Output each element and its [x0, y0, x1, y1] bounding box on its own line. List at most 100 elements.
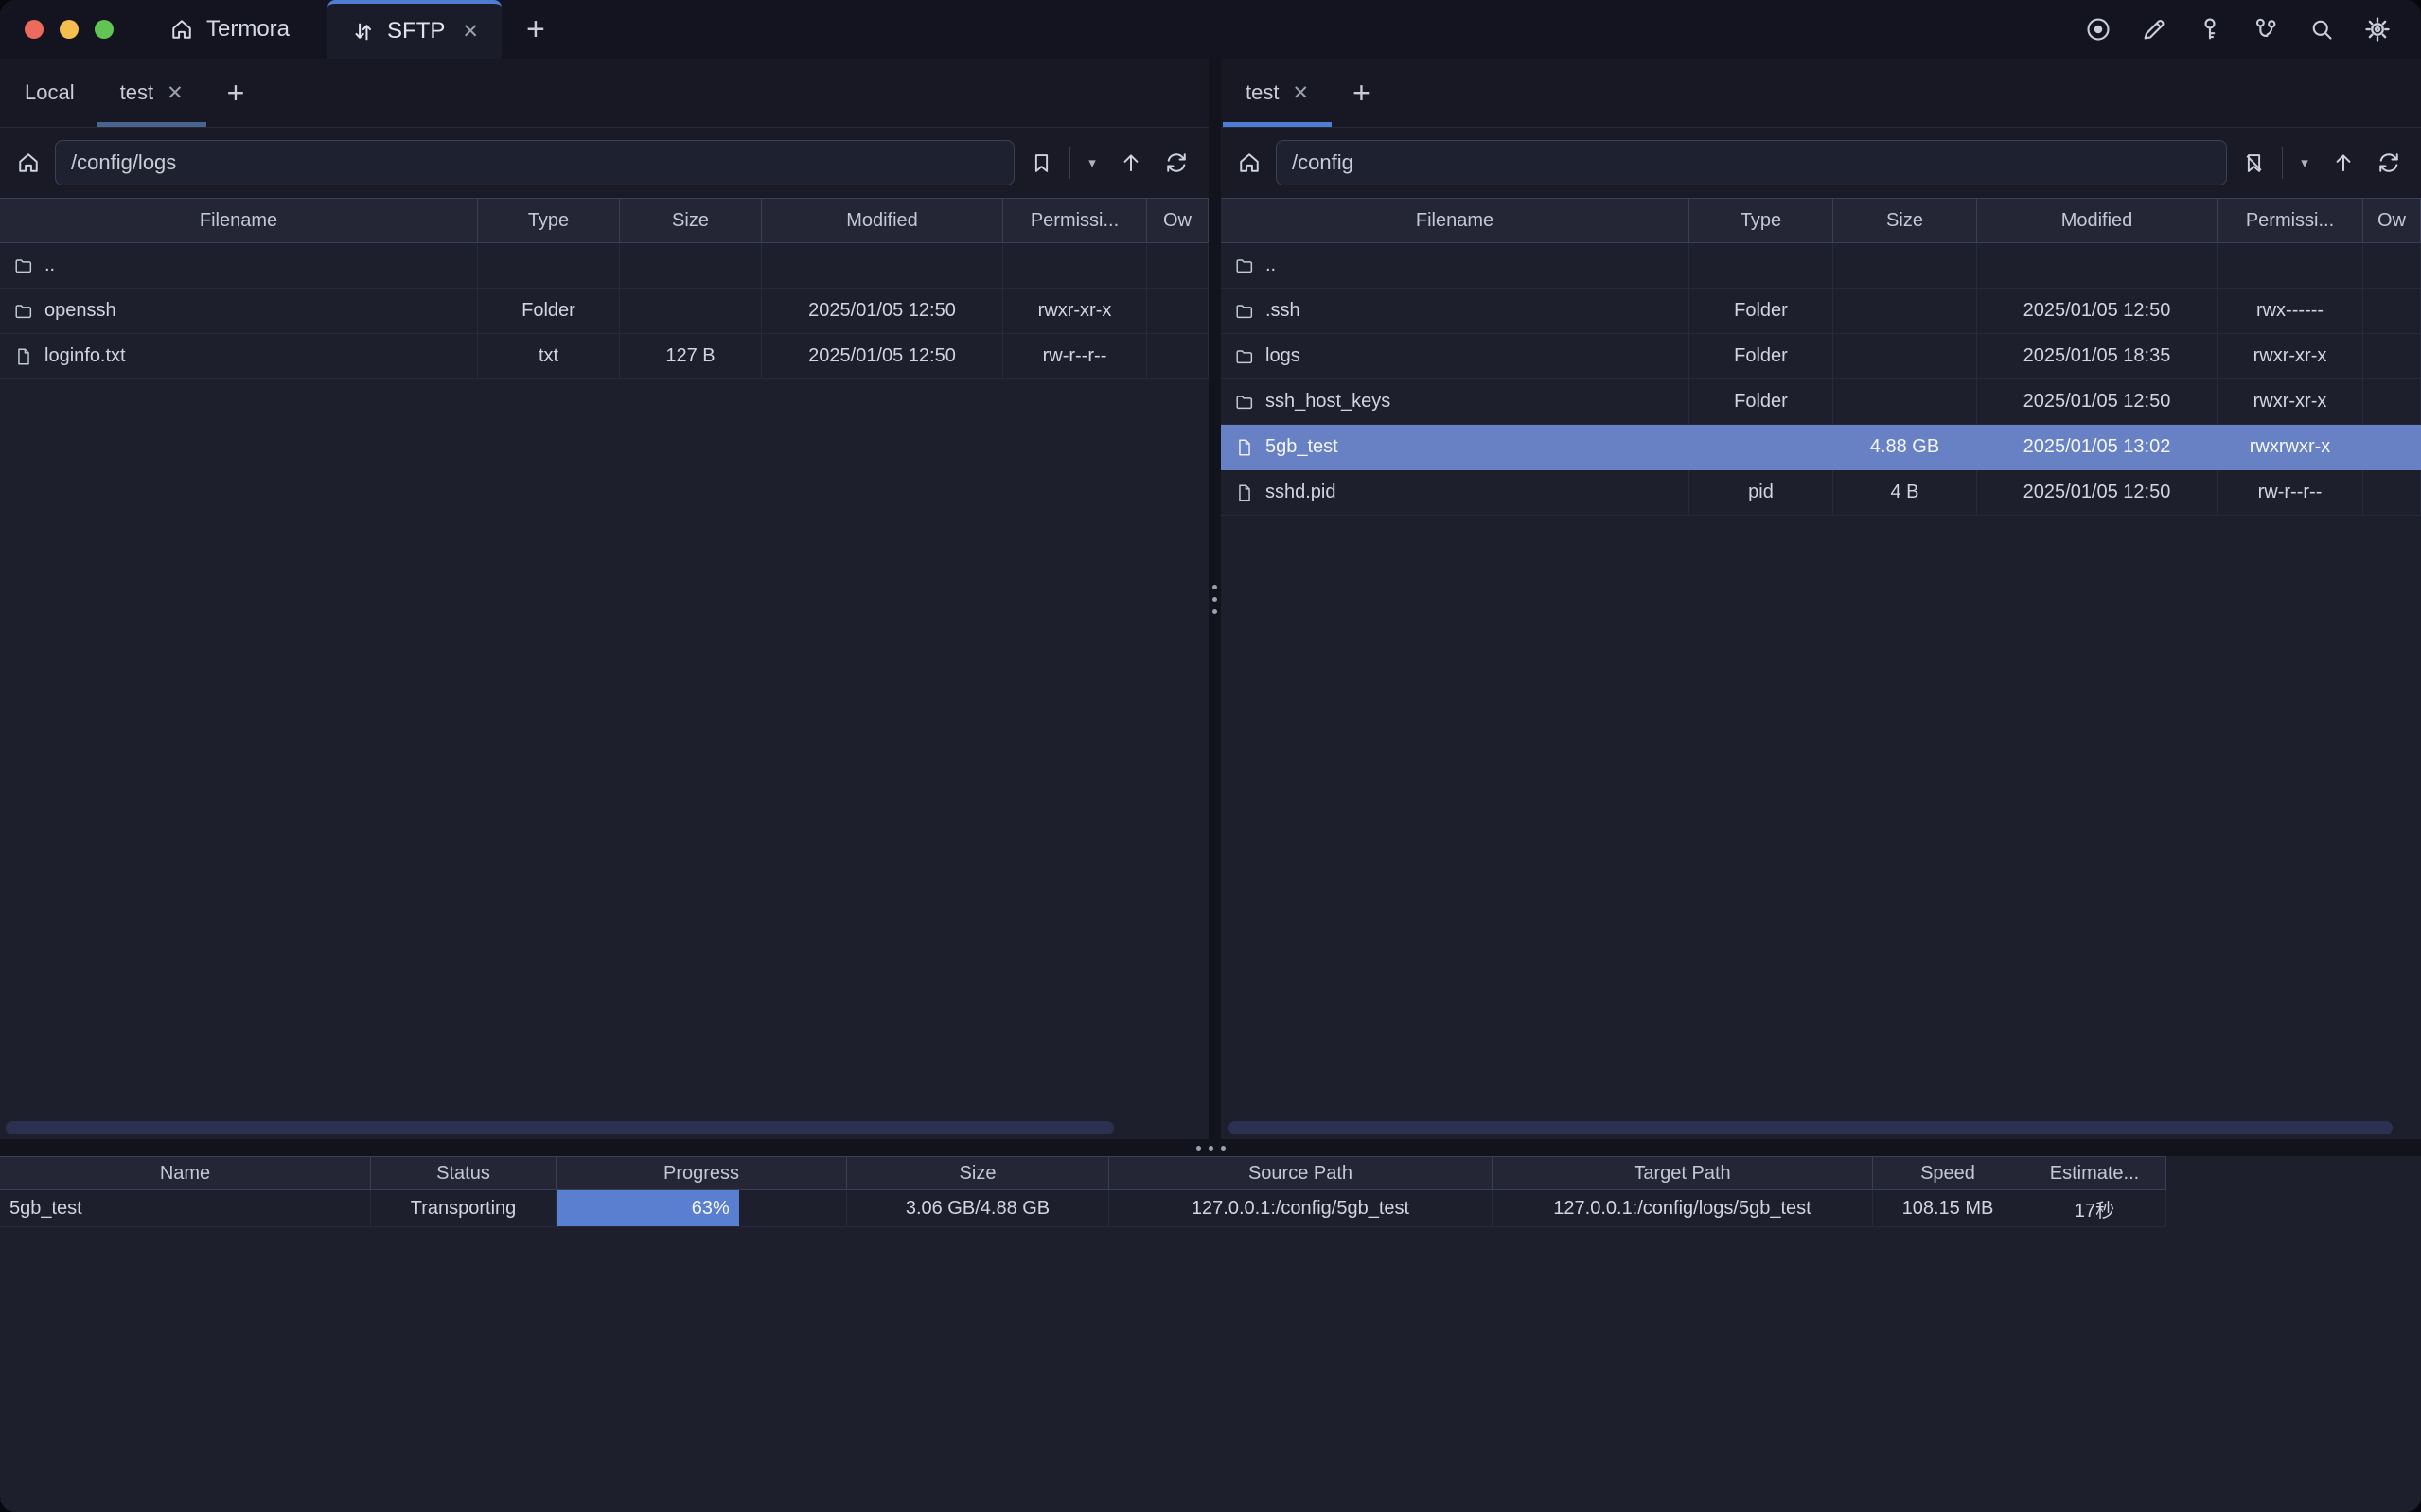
- column-header-source-path[interactable]: Source Path: [1109, 1156, 1493, 1190]
- filename-cell: loginfo.txt: [0, 334, 478, 379]
- bookmark-button[interactable]: [1022, 144, 1060, 182]
- record-icon[interactable]: [2083, 14, 2113, 44]
- path-input[interactable]: /config: [1276, 140, 2227, 185]
- up-directory-button[interactable]: [1112, 144, 1150, 182]
- folder-icon: [1234, 346, 1255, 367]
- column-header-status[interactable]: Status: [371, 1156, 557, 1190]
- transfer-name: 5gb_test: [0, 1190, 371, 1227]
- table-row[interactable]: logs Folder 2025/01/05 18:35 rwxr-xr-x: [1221, 334, 2421, 379]
- new-window-tab-button[interactable]: +: [502, 0, 570, 59]
- horizontal-scrollbar[interactable]: [6, 1121, 1114, 1134]
- close-window-button[interactable]: [25, 20, 44, 39]
- table-row-selected[interactable]: 5gb_test 4.88 GB 2025/01/05 13:02 rwxrwx…: [1221, 425, 2421, 470]
- column-header-permissions[interactable]: Permissi...: [2218, 198, 2363, 243]
- close-tab-icon[interactable]: ✕: [1292, 81, 1309, 105]
- type-cell: Folder: [1689, 379, 1833, 425]
- owner-cell: [1147, 289, 1209, 334]
- search-icon[interactable]: [2306, 14, 2337, 44]
- size-cell: 4.88 GB: [1833, 425, 1977, 470]
- modified-cell: 2025/01/05 18:35: [1977, 334, 2218, 379]
- modified-cell: 2025/01/05 12:50: [1977, 379, 2218, 425]
- column-header-owner[interactable]: Ow: [1147, 198, 1209, 243]
- column-header-type[interactable]: Type: [1689, 198, 1833, 243]
- bookmark-dropdown-caret[interactable]: ▾: [1080, 144, 1104, 182]
- type-cell: [1689, 425, 1833, 470]
- column-header-size[interactable]: Size: [620, 198, 762, 243]
- tab-termora[interactable]: Termora: [140, 0, 327, 59]
- size-cell: 4 B: [1833, 470, 1977, 516]
- close-tab-icon[interactable]: ✕: [167, 81, 184, 105]
- filename-label: loginfo.txt: [44, 345, 126, 367]
- transfer-arrows-icon: [350, 19, 376, 44]
- type-cell: pid: [1689, 470, 1833, 516]
- tab-sftp[interactable]: SFTP ✕: [327, 0, 502, 59]
- owner-cell: [2363, 470, 2421, 516]
- table-row[interactable]: loginfo.txt txt 127 B 2025/01/05 12:50 r…: [0, 334, 1209, 379]
- modified-cell: 2025/01/05 12:50: [1977, 470, 2218, 516]
- settings-icon[interactable]: [2362, 14, 2393, 44]
- local-pane-tabs: Local test ✕ +: [0, 59, 1209, 128]
- up-directory-button[interactable]: [2324, 144, 2362, 182]
- owner-cell: [2363, 334, 2421, 379]
- refresh-button[interactable]: [1157, 144, 1195, 182]
- table-row[interactable]: sshd.pid pid 4 B 2025/01/05 12:50 rw-r--…: [1221, 470, 2421, 516]
- toolbar-separator: [1069, 147, 1070, 179]
- table-row[interactable]: ..: [0, 243, 1209, 289]
- column-header-progress[interactable]: Progress: [557, 1156, 847, 1190]
- bookmark-slash-icon[interactable]: [2235, 144, 2272, 182]
- column-header-size[interactable]: Size: [1833, 198, 1977, 243]
- type-cell: Folder: [478, 289, 620, 334]
- table-row[interactable]: ssh_host_keys Folder 2025/01/05 12:50 rw…: [1221, 379, 2421, 425]
- bookmark-dropdown-caret[interactable]: ▾: [2292, 144, 2317, 182]
- column-header-filename[interactable]: Filename: [1221, 198, 1689, 243]
- file-icon: [13, 346, 34, 367]
- table-row[interactable]: ..: [1221, 243, 2421, 289]
- column-header-owner[interactable]: Ow: [2363, 198, 2421, 243]
- column-header-name[interactable]: Name: [0, 1156, 371, 1190]
- column-header-estimate[interactable]: Estimate...: [2023, 1156, 2166, 1190]
- home-button[interactable]: [1230, 144, 1268, 182]
- tab-test-right-label: test: [1246, 80, 1279, 105]
- tab-test-left[interactable]: test ✕: [97, 59, 206, 127]
- new-tab-button[interactable]: +: [1332, 59, 1391, 127]
- table-row[interactable]: openssh Folder 2025/01/05 12:50 rwxr-xr-…: [0, 289, 1209, 334]
- new-tab-button[interactable]: +: [206, 59, 266, 127]
- minimize-window-button[interactable]: [60, 20, 79, 39]
- local-pane-toolbar: /config/logs ▾: [0, 128, 1209, 198]
- column-header-speed[interactable]: Speed: [1873, 1156, 2023, 1190]
- column-header-type[interactable]: Type: [478, 198, 620, 243]
- transfer-target-path: 127.0.0.1:/config/logs/5gb_test: [1493, 1190, 1873, 1227]
- type-cell: Folder: [1689, 289, 1833, 334]
- zoom-window-button[interactable]: [95, 20, 114, 39]
- pane-splitter-handle[interactable]: [1209, 59, 1221, 1139]
- column-header-modified[interactable]: Modified: [762, 198, 1003, 243]
- edit-icon[interactable]: [2139, 14, 2169, 44]
- column-header-filename[interactable]: Filename: [0, 198, 478, 243]
- transfers-splitter-handle[interactable]: [0, 1139, 2421, 1156]
- close-tab-icon[interactable]: ✕: [462, 20, 479, 44]
- branch-icon[interactable]: [2251, 14, 2281, 44]
- table-row[interactable]: .ssh Folder 2025/01/05 12:50 rwx------: [1221, 289, 2421, 334]
- column-header-modified[interactable]: Modified: [1977, 198, 2218, 243]
- refresh-button[interactable]: [2370, 144, 2408, 182]
- file-panes: Local test ✕ + /config/logs ▾: [0, 59, 2421, 1139]
- home-button[interactable]: [9, 144, 47, 182]
- filename-cell: openssh: [0, 289, 478, 334]
- tab-local[interactable]: Local: [2, 59, 97, 127]
- permissions-cell: rwxr-xr-x: [1003, 289, 1147, 334]
- permissions-cell: rw-r--r--: [2218, 470, 2363, 516]
- column-header-permissions[interactable]: Permissi...: [1003, 198, 1147, 243]
- owner-cell: [2363, 243, 2421, 289]
- tab-test-right[interactable]: test ✕: [1223, 59, 1332, 127]
- column-header-target-path[interactable]: Target Path: [1493, 1156, 1873, 1190]
- path-input[interactable]: /config/logs: [55, 140, 1015, 185]
- home-icon: [168, 16, 195, 43]
- key-icon[interactable]: [2195, 14, 2225, 44]
- filename-label: sshd.pid: [1265, 482, 1336, 503]
- column-header-size[interactable]: Size: [847, 1156, 1109, 1190]
- type-cell: [478, 243, 620, 289]
- filename-label: 5gb_test: [1265, 436, 1338, 458]
- transfer-row[interactable]: 5gb_test Transporting 63% 3.06 GB/4.88 G…: [0, 1190, 2166, 1227]
- horizontal-scrollbar[interactable]: [1228, 1121, 2393, 1134]
- modified-cell: 2025/01/05 12:50: [1977, 289, 2218, 334]
